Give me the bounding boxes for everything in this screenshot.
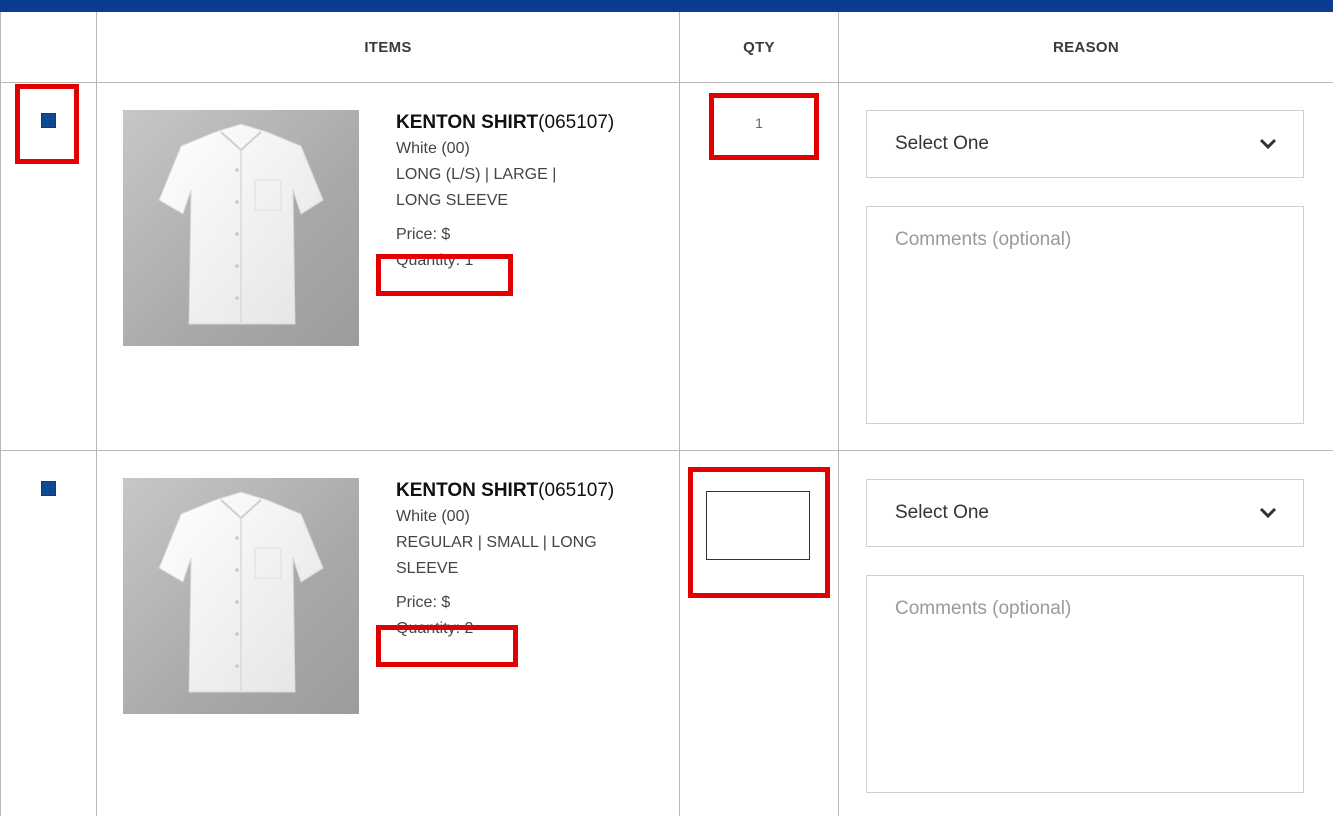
product-image xyxy=(123,110,359,346)
product-options: LONG (L/S) | LARGE | xyxy=(396,166,557,183)
chevron-down-icon xyxy=(1257,133,1279,155)
product-options: REGULAR | SMALL | LONG xyxy=(396,534,597,551)
top-accent-bar xyxy=(0,0,1333,12)
product-color: White (00) xyxy=(396,140,470,157)
comments-textarea[interactable]: Comments (optional) xyxy=(866,575,1304,793)
product-info: KENTON SHIRT(065107) White (00) LONG (L/… xyxy=(396,110,666,274)
product-title: KENTON SHIRT(065107) xyxy=(396,110,666,136)
highlight-box xyxy=(688,467,830,598)
product-info: KENTON SHIRT(065107) White (00) REGULAR … xyxy=(396,478,666,642)
highlight-box xyxy=(15,84,79,164)
comments-textarea[interactable]: Comments (optional) xyxy=(866,206,1304,424)
product-title: KENTON SHIRT(065107) xyxy=(396,478,666,504)
reason-select[interactable]: Select One xyxy=(866,479,1304,547)
reason-select[interactable]: Select One xyxy=(866,110,1304,178)
reason-select-value: Select One xyxy=(895,502,989,523)
item-select-checkbox[interactable] xyxy=(41,481,56,496)
product-code: (065107) xyxy=(538,112,615,133)
table-row: KENTON SHIRT(065107) White (00) LONG (L/… xyxy=(0,83,1333,450)
column-header-items: ITEMS xyxy=(364,38,412,56)
product-price: Price: $ xyxy=(396,226,451,243)
return-items-table: ITEMS QTY REASON KENTON SHIRT(065107) Wh… xyxy=(0,12,1333,816)
product-options: SLEEVE xyxy=(396,560,459,577)
shirt-icon xyxy=(158,491,324,693)
table-row: KENTON SHIRT(065107) White (00) REGULAR … xyxy=(0,451,1333,818)
highlight-box xyxy=(376,254,513,296)
product-image xyxy=(123,478,359,714)
shirt-icon xyxy=(158,123,324,325)
product-price: Price: $ xyxy=(396,594,451,611)
column-header-reason: REASON xyxy=(1053,38,1119,56)
highlight-box xyxy=(376,625,518,667)
product-code: (065107) xyxy=(538,480,615,501)
highlight-box xyxy=(709,93,819,160)
product-name: KENTON SHIRT xyxy=(396,112,539,133)
reason-select-value: Select One xyxy=(895,133,989,154)
column-header-qty: QTY xyxy=(743,38,775,56)
chevron-down-icon xyxy=(1257,502,1279,524)
product-color: White (00) xyxy=(396,508,470,525)
product-name: KENTON SHIRT xyxy=(396,480,539,501)
product-options: LONG SLEEVE xyxy=(396,192,509,209)
